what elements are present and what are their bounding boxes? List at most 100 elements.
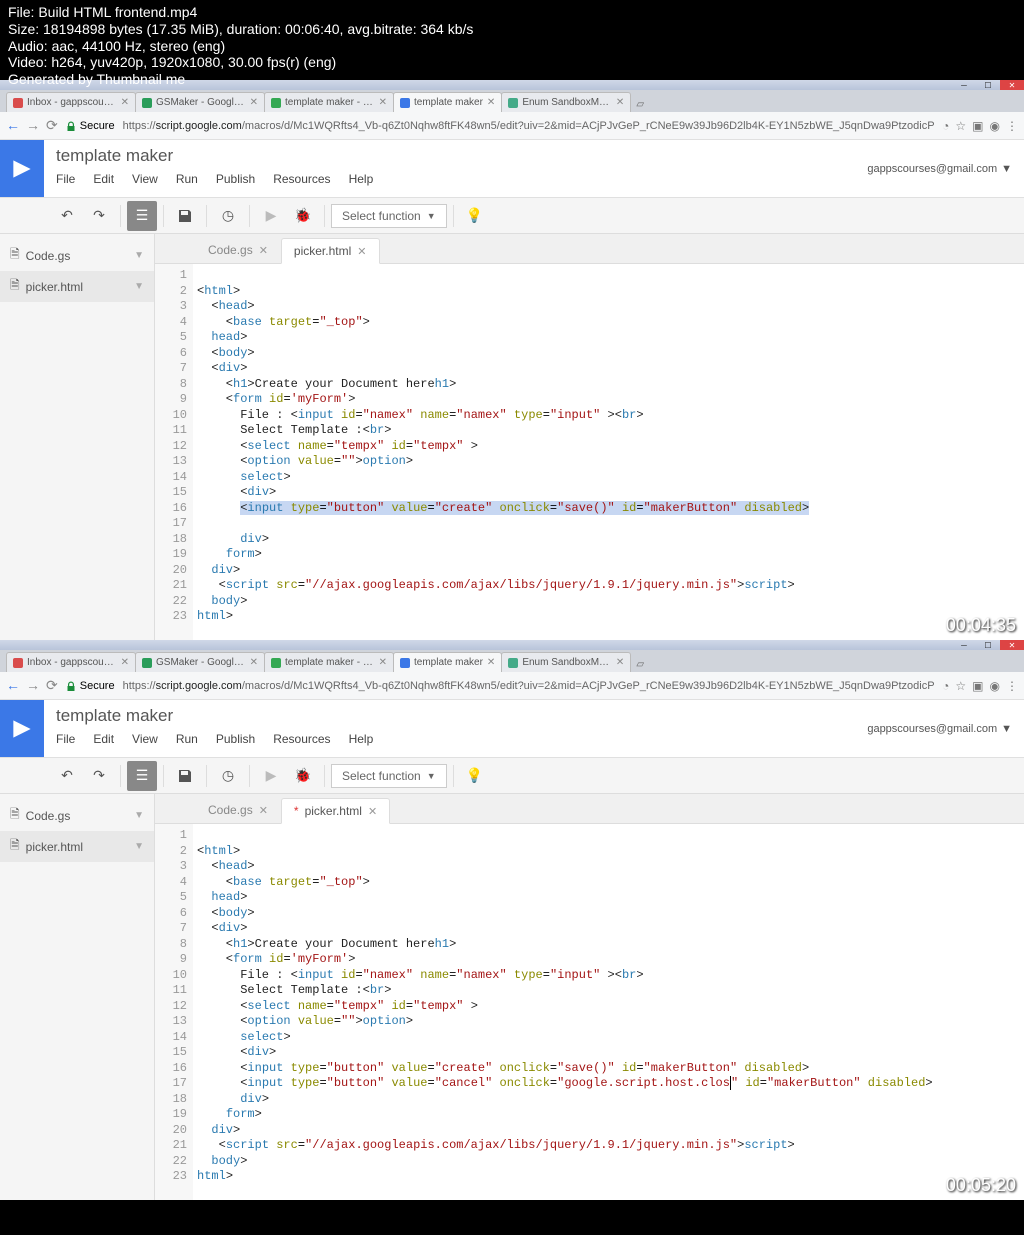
url-input[interactable]: https://script.google.com/macros/d/Mc1WQ… (123, 120, 935, 132)
debug-button[interactable]: 🐞 (288, 201, 318, 231)
new-tab-button[interactable]: ▱ (630, 657, 650, 672)
nav-forward-button[interactable]: → (26, 117, 40, 134)
sidebar-file-picker[interactable]: 🗎picker.html ▼ (0, 271, 154, 302)
triggers-button[interactable]: ◷ (213, 761, 243, 791)
tab-close-icon[interactable]: ✕ (259, 244, 268, 257)
new-tab-button[interactable]: ▱ (630, 97, 650, 112)
browser-tab-active[interactable]: template maker✕ (393, 92, 502, 112)
window-close-button[interactable]: ✕ (1000, 80, 1024, 90)
menu-edit[interactable]: Edit (93, 732, 114, 746)
tab-close-icon[interactable]: ✕ (379, 657, 387, 668)
tab-close-icon[interactable]: ✕ (616, 97, 624, 108)
tab-close-icon[interactable]: ✕ (487, 657, 495, 668)
menu-help[interactable]: Help (349, 732, 374, 746)
tab-close-icon[interactable]: ✕ (250, 97, 258, 108)
hint-icon[interactable]: 💡 (460, 201, 490, 231)
browser-tab[interactable]: template maker - Goog✕ (264, 92, 394, 112)
triggers-button[interactable]: ◷ (213, 201, 243, 231)
menu-resources[interactable]: Resources (273, 732, 330, 746)
file-menu-icon[interactable]: ▼ (134, 250, 144, 261)
browser-tab[interactable]: Enum SandboxMode |✕ (501, 652, 631, 672)
browser-menu-icon[interactable]: ⋮ (1006, 679, 1018, 693)
extension-icon[interactable]: ◔ (942, 679, 949, 693)
undo-button[interactable]: ↶ (52, 201, 82, 231)
menu-file[interactable]: File (56, 172, 75, 186)
redo-button[interactable]: ↷ (84, 201, 114, 231)
nav-back-button[interactable]: ← (6, 117, 20, 134)
extension-icon[interactable]: ◉ (990, 679, 1000, 693)
file-menu-icon[interactable]: ▼ (134, 841, 144, 852)
extension-icon[interactable]: ◉ (990, 119, 1000, 133)
run-button[interactable]: ▶ (256, 201, 286, 231)
nav-back-button[interactable]: ← (6, 677, 20, 694)
apps-script-logo[interactable] (0, 140, 44, 197)
menu-file[interactable]: File (56, 732, 75, 746)
nav-reload-button[interactable]: ⟳ (46, 677, 58, 694)
debug-button[interactable]: 🐞 (288, 761, 318, 791)
menu-view[interactable]: View (132, 732, 158, 746)
editor-tab-active[interactable]: picker.html✕ (281, 238, 380, 264)
file-menu-icon[interactable]: ▼ (134, 281, 144, 292)
save-button[interactable] (170, 201, 200, 231)
extension-icon[interactable]: ◔ (942, 119, 949, 133)
menu-run[interactable]: Run (176, 732, 198, 746)
editor-tab[interactable]: Code.gs✕ (195, 237, 281, 263)
nav-forward-button[interactable]: → (26, 677, 40, 694)
indent-button[interactable]: ☰ (127, 761, 157, 791)
code-editor[interactable]: 1234567891011121314151617181920212223 <h… (155, 824, 1024, 1200)
user-account[interactable]: gappscourses@gmail.com▼ (855, 700, 1024, 757)
window-minimize-button[interactable]: ─ (952, 80, 976, 90)
menu-edit[interactable]: Edit (93, 172, 114, 186)
tab-close-icon[interactable]: ✕ (616, 657, 624, 668)
indent-button[interactable]: ☰ (127, 201, 157, 231)
editor-tab-active[interactable]: *picker.html✕ (281, 798, 390, 824)
file-menu-icon[interactable]: ▼ (134, 810, 144, 821)
browser-tab-active[interactable]: template maker✕ (393, 652, 502, 672)
menu-resources[interactable]: Resources (273, 172, 330, 186)
secure-indicator[interactable]: Secure (66, 120, 115, 132)
window-maximize-button[interactable]: ☐ (976, 640, 1000, 650)
menu-run[interactable]: Run (176, 172, 198, 186)
nav-reload-button[interactable]: ⟳ (46, 117, 58, 134)
menu-view[interactable]: View (132, 172, 158, 186)
extension-icon[interactable]: ▣ (972, 679, 983, 693)
browser-tab[interactable]: template maker - Goog✕ (264, 652, 394, 672)
secure-indicator[interactable]: Secure (66, 680, 115, 692)
sidebar-file-picker[interactable]: 🗎picker.html ▼ (0, 831, 154, 862)
tab-close-icon[interactable]: ✕ (379, 97, 387, 108)
browser-tab[interactable]: GSMaker - Google Drive✕ (135, 652, 265, 672)
browser-tab[interactable]: GSMaker - Google Drive✕ (135, 92, 265, 112)
tab-close-icon[interactable]: ✕ (121, 657, 129, 668)
menu-publish[interactable]: Publish (216, 172, 255, 186)
menu-help[interactable]: Help (349, 172, 374, 186)
browser-menu-icon[interactable]: ⋮ (1006, 119, 1018, 133)
editor-tab[interactable]: Code.gs✕ (195, 797, 281, 823)
bookmark-icon[interactable]: ☆ (955, 679, 966, 693)
sidebar-file-code[interactable]: 🗎Code.gs ▼ (0, 800, 154, 831)
function-selector[interactable]: Select function▼ (331, 204, 447, 228)
tab-close-icon[interactable]: ✕ (121, 97, 129, 108)
window-close-button[interactable]: ✕ (1000, 640, 1024, 650)
tab-close-icon[interactable]: ✕ (250, 657, 258, 668)
extension-icon[interactable]: ▣ (972, 119, 983, 133)
url-input[interactable]: https://script.google.com/macros/d/Mc1WQ… (123, 680, 935, 692)
project-title[interactable]: template maker (56, 706, 843, 726)
apps-script-logo[interactable] (0, 700, 44, 757)
code-editor[interactable]: 1234567891011121314151617181920212223 <h… (155, 264, 1024, 640)
window-minimize-button[interactable]: ─ (952, 640, 976, 650)
window-maximize-button[interactable]: ☐ (976, 80, 1000, 90)
browser-tab[interactable]: Enum SandboxMode |✕ (501, 92, 631, 112)
bookmark-icon[interactable]: ☆ (955, 119, 966, 133)
sidebar-file-code[interactable]: 🗎Code.gs ▼ (0, 240, 154, 271)
browser-tab[interactable]: Inbox - gappscourses@g✕ (6, 652, 136, 672)
save-button[interactable] (170, 761, 200, 791)
project-title[interactable]: template maker (56, 146, 843, 166)
tab-close-icon[interactable]: ✕ (487, 97, 495, 108)
tab-close-icon[interactable]: ✕ (357, 245, 366, 258)
tab-close-icon[interactable]: ✕ (368, 805, 377, 818)
hint-icon[interactable]: 💡 (460, 761, 490, 791)
redo-button[interactable]: ↷ (84, 761, 114, 791)
menu-publish[interactable]: Publish (216, 732, 255, 746)
run-button[interactable]: ▶ (256, 761, 286, 791)
user-account[interactable]: gappscourses@gmail.com▼ (855, 140, 1024, 197)
